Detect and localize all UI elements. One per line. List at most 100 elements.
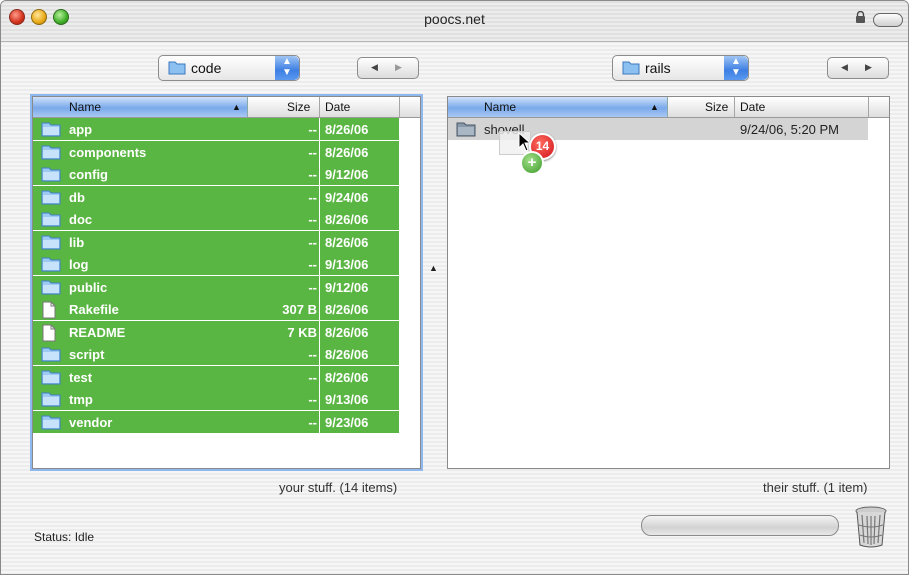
file-name: README (69, 324, 126, 340)
name-column-label: Name (69, 100, 102, 114)
file-size: -- (308, 234, 317, 250)
file-row[interactable]: db -- 9/24/06 (33, 185, 399, 208)
name-column-header[interactable] (33, 97, 248, 117)
file-size: -- (308, 279, 317, 295)
file-row[interactable]: doc -- 8/26/06 (33, 208, 399, 230)
date-column-label[interactable]: Date (325, 100, 350, 114)
back-arrow-icon[interactable]: ◀ (841, 62, 848, 73)
folder-icon (168, 61, 186, 75)
file-date: 9/24/06 (325, 189, 369, 205)
popup-stepper-icon: ▲ ▼ (275, 56, 299, 80)
file-row[interactable]: app -- 8/26/06 (33, 118, 399, 140)
file-date: 9/23/06 (325, 414, 369, 430)
file-date: 8/26/06 (325, 369, 369, 385)
file-name: config (69, 167, 108, 182)
folder-icon (41, 257, 61, 272)
file-size: -- (308, 212, 317, 227)
folder-icon (41, 212, 61, 227)
folder-icon (41, 392, 61, 407)
file-row[interactable]: components -- 8/26/06 (33, 140, 399, 163)
file-date: 9/13/06 (325, 392, 369, 407)
trash-icon[interactable] (854, 505, 888, 549)
file-name: vendor (69, 414, 113, 430)
toolbar-toggle-button[interactable] (873, 13, 903, 27)
file-size: -- (308, 144, 317, 160)
left-location-popup[interactable]: code ▲ ▼ (158, 55, 300, 81)
file-date: 8/26/06 (325, 302, 369, 317)
forward-arrow-icon[interactable]: ▶ (865, 62, 872, 73)
file-row[interactable]: tmp -- 9/13/06 (33, 388, 399, 410)
file-size: -- (308, 257, 317, 272)
folder-icon (41, 347, 61, 362)
file-row[interactable]: vendor -- 9/23/06 (33, 410, 399, 433)
folder-icon (41, 235, 61, 249)
app-window: poocs.net code ▲ ▼ ◀ ▶ rails ▲ ▼ ◀ ▶ Name (0, 0, 909, 575)
splitter-handle-icon[interactable]: ▲ (429, 263, 438, 273)
list-header: Name ▲ Size Date (33, 97, 420, 118)
folder-icon (622, 61, 640, 75)
window-title: poocs.net (424, 11, 485, 27)
file-date: 8/26/06 (325, 324, 369, 340)
file-row[interactable]: script -- 8/26/06 (33, 343, 399, 365)
file-name: db (69, 189, 85, 205)
document-icon (42, 324, 56, 341)
folder-icon (41, 280, 61, 294)
copy-plus-icon: + (520, 151, 544, 175)
right-item-count: their stuff. (1 item) (763, 480, 868, 495)
left-back-forward-buttons[interactable]: ◀ ▶ (357, 57, 419, 79)
file-row[interactable]: README 7 KB 8/26/06 (33, 320, 399, 343)
local-file-list[interactable]: Name ▲ Size Date app -- 8/26/06 components -… (30, 94, 423, 471)
folder-icon (41, 122, 61, 137)
file-row[interactable]: Rakefile 307 B 8/26/06 (33, 298, 399, 320)
right-back-forward-buttons[interactable]: ◀ ▶ (827, 57, 889, 79)
sort-ascending-icon: ▲ (232, 102, 241, 112)
file-date: 8/26/06 (325, 234, 369, 250)
file-size: 7 KB (287, 324, 317, 340)
file-name: test (69, 369, 93, 385)
file-date: 9/24/06, 5:20 PM (740, 122, 840, 137)
name-column-header[interactable] (448, 97, 668, 117)
forward-arrow-icon[interactable]: ▶ (395, 62, 402, 73)
folder-icon (41, 370, 61, 384)
back-arrow-icon[interactable]: ◀ (371, 62, 378, 73)
file-row[interactable]: test -- 8/26/06 (33, 365, 399, 388)
folder-icon (41, 415, 61, 429)
file-date: 8/26/06 (325, 144, 369, 160)
title-bar[interactable]: poocs.net (1, 1, 908, 42)
file-name: doc (69, 212, 93, 227)
file-row[interactable]: log -- 9/13/06 (33, 253, 399, 275)
file-size: -- (308, 167, 317, 182)
sort-ascending-icon: ▲ (650, 102, 659, 112)
file-date: 9/12/06 (325, 279, 369, 295)
document-icon (42, 301, 56, 319)
file-name: app (69, 122, 93, 137)
file-name: log (69, 257, 89, 272)
folder-icon (41, 167, 61, 182)
right-location-label: rails (645, 60, 671, 76)
file-row[interactable]: config -- 9/12/06 (33, 163, 399, 185)
file-row[interactable]: lib -- 8/26/06 (33, 230, 399, 253)
file-name: Rakefile (69, 302, 119, 317)
status-text: Status: Idle (34, 530, 95, 544)
size-column-label[interactable]: Size (705, 100, 728, 114)
file-row[interactable]: public -- 9/12/06 (33, 275, 399, 298)
file-size: -- (308, 369, 317, 385)
right-location-popup[interactable]: rails ▲ ▼ (612, 55, 749, 81)
file-name: public (69, 279, 108, 295)
file-date: 8/26/06 (325, 122, 369, 137)
file-size: 307 B (282, 302, 317, 317)
date-column-label[interactable]: Date (740, 100, 765, 114)
file-size: -- (308, 347, 317, 362)
file-date: 9/13/06 (325, 257, 369, 272)
transfer-progress-bar (641, 515, 839, 536)
file-size: -- (308, 414, 317, 430)
left-location-label: code (191, 60, 222, 76)
file-name: components (69, 144, 147, 160)
size-column-label[interactable]: Size (287, 100, 310, 114)
file-date: 8/26/06 (325, 347, 369, 362)
folder-icon (41, 190, 61, 204)
lock-icon (856, 11, 865, 23)
list-header: Name ▲ Size Date (448, 97, 889, 118)
folder-icon (41, 145, 61, 159)
name-column-label: Name (484, 100, 517, 114)
